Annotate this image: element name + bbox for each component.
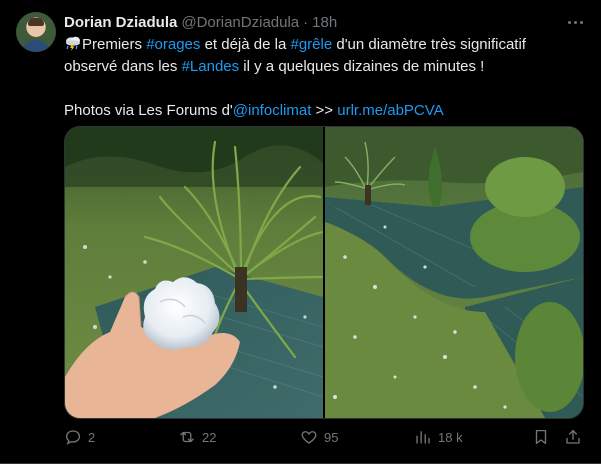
tweet-text-segment: il y a quelques dizaines de minutes !: [239, 58, 485, 75]
views-bar-chart-icon: [416, 431, 430, 444]
tweet-header: Dorian Dziadula @DorianDziadula · 18h: [64, 12, 585, 32]
tweet[interactable]: Dorian Dziadula @DorianDziadula · 18h Pr…: [0, 0, 601, 464]
avatar-hair: [28, 18, 44, 26]
photo-hand-holding-hailstone[interactable]: [65, 127, 323, 418]
like-count: 95: [324, 429, 339, 445]
tweet-line-2: observé dans les #Landes il y a quelques…: [64, 56, 584, 78]
views-count: 18 k: [438, 429, 463, 445]
heart-icon: [301, 431, 317, 444]
like-button[interactable]: 95: [300, 428, 338, 446]
tweet-text-segment: Photos via Les Forums d': [64, 102, 233, 119]
tweet-text-segment: et déjà de la: [200, 36, 291, 53]
reply-button[interactable]: 2: [64, 428, 95, 446]
thunder-cloud-rain-icon: [66, 36, 80, 51]
media-grid: [64, 126, 584, 419]
tweet-link[interactable]: @infoclimat: [233, 102, 312, 119]
author-handle[interactable]: @DorianDziadula: [181, 14, 299, 31]
avatar[interactable]: [16, 12, 56, 52]
share-button[interactable]: [564, 428, 588, 446]
tweet-link[interactable]: #Landes: [182, 58, 240, 75]
tweet-text-segment: >>: [311, 102, 338, 119]
tweet-text: Premiers #orages et déjà de la #grêle d'…: [64, 34, 584, 122]
repost-button[interactable]: 22: [178, 428, 216, 446]
more-options-icon[interactable]: [565, 12, 585, 32]
share-icon: [566, 429, 580, 444]
tweet-link[interactable]: #orages: [146, 36, 200, 53]
tweet-link[interactable]: urlr.me/abPCVA: [337, 102, 443, 119]
tweet-actions: 2 22 95 18 k: [64, 428, 584, 450]
tweet-time[interactable]: 18h: [312, 14, 337, 31]
tweet-text-segment: d'un diamètre très significatif: [332, 36, 526, 53]
separator-dot: ·: [303, 13, 309, 31]
reply-count: 2: [88, 429, 96, 445]
author-name[interactable]: Dorian Dziadula: [64, 14, 177, 31]
bookmark-button[interactable]: [532, 428, 556, 446]
tweet-text-segment: Premiers: [82, 36, 147, 53]
avatar-shirt: [22, 40, 50, 52]
repost-icon: [180, 431, 194, 443]
repost-count: 22: [202, 429, 217, 445]
bookmark-icon: [535, 429, 547, 445]
photo-hail-covered-garden[interactable]: [325, 127, 583, 418]
views-button[interactable]: 18 k: [414, 428, 463, 446]
reply-icon: [65, 430, 81, 445]
tweet-link[interactable]: #grêle: [290, 36, 332, 53]
tweet-text-segment: observé dans les: [64, 58, 182, 75]
tweet-line-1: Premiers #orages et déjà de la #grêle d'…: [64, 34, 584, 56]
tweet-line-3: Photos via Les Forums d'@infoclimat >> u…: [64, 100, 584, 122]
